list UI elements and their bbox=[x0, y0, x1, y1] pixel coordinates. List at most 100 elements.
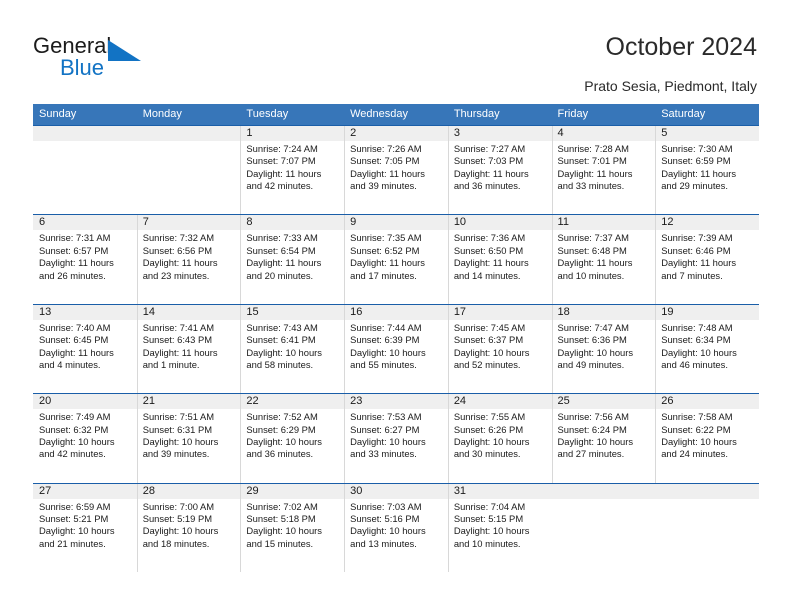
day-cell[interactable] bbox=[655, 484, 759, 572]
calendar-week-row: 20 Sunrise: 7:49 AM Sunset: 6:32 PM Dayl… bbox=[33, 393, 759, 483]
week-days: 20 Sunrise: 7:49 AM Sunset: 6:32 PM Dayl… bbox=[33, 394, 759, 483]
daylight-text-line2: and 26 minutes. bbox=[39, 269, 106, 281]
sunrise-text: Sunrise: 7:35 AM bbox=[350, 232, 422, 244]
day-details: Sunrise: 7:35 AM Sunset: 6:52 PM Dayligh… bbox=[350, 232, 448, 282]
day-cell[interactable]: 10 Sunrise: 7:36 AM Sunset: 6:50 PM Dayl… bbox=[447, 215, 552, 305]
daylight-text-line1: Daylight: 11 hours bbox=[453, 167, 529, 179]
day-details: Sunrise: 7:44 AM Sunset: 6:39 PM Dayligh… bbox=[350, 322, 448, 372]
day-cell[interactable]: 26 Sunrise: 7:58 AM Sunset: 6:22 PM Dayl… bbox=[655, 394, 759, 483]
sunrise-text: Sunrise: 7:56 AM bbox=[557, 411, 629, 423]
day-number: 24 bbox=[453, 395, 467, 408]
day-cell[interactable]: 31 Sunrise: 7:04 AM Sunset: 5:15 PM Dayl… bbox=[447, 483, 552, 573]
daylight-text-line2: and 58 minutes. bbox=[246, 359, 314, 370]
day-number bbox=[143, 126, 241, 141]
day-number: 30 bbox=[350, 484, 363, 497]
sunset-text: Sunset: 6:46 PM bbox=[661, 244, 731, 256]
daylight-text-line1: Daylight: 10 hours bbox=[142, 435, 219, 447]
sunrise-text: Sunrise: 7:28 AM bbox=[557, 143, 629, 154]
day-cell[interactable]: 8 Sunrise: 7:33 AM Sunset: 6:54 PM Dayli… bbox=[240, 215, 344, 305]
day-cell[interactable]: 28 Sunrise: 7:00 AM Sunset: 5:19 PM Dayl… bbox=[136, 483, 241, 573]
day-number: 25 bbox=[557, 395, 570, 408]
day-cell[interactable]: 11 Sunrise: 7:37 AM Sunset: 6:48 PM Dayl… bbox=[551, 215, 656, 305]
day-cell[interactable]: 16 Sunrise: 7:44 AM Sunset: 6:39 PM Dayl… bbox=[344, 304, 448, 394]
daylight-text-line2: and 36 minutes. bbox=[246, 448, 314, 460]
sunrise-text: Sunrise: 7:04 AM bbox=[453, 500, 526, 512]
week-days: 27 Sunrise: 6:59 AM Sunset: 5:21 PM Dayl… bbox=[33, 483, 759, 573]
sunrise-text: Sunrise: 7:47 AM bbox=[557, 321, 629, 333]
day-cell[interactable]: 23 Sunrise: 7:53 AM Sunset: 6:27 PM Dayl… bbox=[344, 394, 448, 483]
daylight-text-line1: Daylight: 10 hours bbox=[39, 435, 115, 447]
daylight-text-line2: and 33 minutes. bbox=[557, 180, 625, 192]
sunset-text: Sunset: 5:16 PM bbox=[350, 512, 420, 524]
day-cell[interactable]: 3 Sunrise: 7:27 AM Sunset: 7:03 PM Dayli… bbox=[447, 126, 552, 215]
day-cell[interactable]: 29 Sunrise: 7:02 AM Sunset: 5:18 PM Dayl… bbox=[240, 483, 344, 573]
day-cell[interactable]: 5 Sunrise: 7:30 AM Sunset: 6:59 PM Dayli… bbox=[655, 126, 759, 215]
day-cell[interactable]: 1 Sunrise: 7:24 AM Sunset: 7:07 PM Dayli… bbox=[240, 126, 344, 215]
day-cell[interactable]: 14 Sunrise: 7:41 AM Sunset: 6:43 PM Dayl… bbox=[136, 304, 241, 394]
day-number: 27 bbox=[39, 484, 52, 497]
day-cell[interactable] bbox=[552, 484, 656, 572]
day-cell[interactable]: 27 Sunrise: 6:59 AM Sunset: 5:21 PM Dayl… bbox=[33, 484, 137, 572]
day-number: 9 bbox=[350, 216, 357, 229]
brand-logo[interactable]: General Blue bbox=[33, 33, 183, 85]
daylight-text-line1: Daylight: 10 hours bbox=[350, 346, 426, 358]
sunrise-text: Sunrise: 7:48 AM bbox=[661, 321, 733, 333]
day-cell[interactable]: 30 Sunrise: 7:03 AM Sunset: 5:16 PM Dayl… bbox=[344, 483, 448, 573]
weekday-header-friday: Friday bbox=[557, 108, 589, 120]
day-cell[interactable]: 6 Sunrise: 7:31 AM Sunset: 6:57 PM Dayli… bbox=[33, 215, 137, 303]
daylight-text-line2: and 36 minutes. bbox=[453, 180, 521, 192]
daylight-text-line2: and 42 minutes. bbox=[39, 448, 106, 460]
daylight-text-line2: and 10 minutes. bbox=[453, 537, 521, 549]
sunrise-text: Sunrise: 7:39 AM bbox=[661, 232, 733, 244]
sunset-text: Sunset: 6:26 PM bbox=[453, 423, 524, 435]
daylight-text-line2: and 14 minutes. bbox=[453, 269, 521, 281]
day-cell[interactable]: 20 Sunrise: 7:49 AM Sunset: 6:32 PM Dayl… bbox=[33, 394, 137, 482]
day-cell[interactable]: 9 Sunrise: 7:35 AM Sunset: 6:52 PM Dayli… bbox=[344, 215, 448, 305]
day-details: Sunrise: 7:41 AM Sunset: 6:43 PM Dayligh… bbox=[143, 322, 241, 372]
day-details: Sunrise: 7:55 AM Sunset: 6:26 PM Dayligh… bbox=[454, 411, 552, 461]
daylight-text-line2: and 30 minutes. bbox=[453, 448, 521, 460]
sunset-text: Sunset: 5:15 PM bbox=[453, 512, 524, 524]
day-number: 26 bbox=[661, 395, 674, 408]
day-cell[interactable]: 19 Sunrise: 7:48 AM Sunset: 6:34 PM Dayl… bbox=[655, 304, 759, 394]
weekday-header-monday: Monday bbox=[142, 108, 182, 120]
day-cell[interactable]: 21 Sunrise: 7:51 AM Sunset: 6:31 PM Dayl… bbox=[136, 394, 241, 483]
daylight-text-line1: Daylight: 10 hours bbox=[39, 525, 115, 537]
daylight-text-line1: Daylight: 10 hours bbox=[453, 435, 530, 447]
sunset-text: Sunset: 6:29 PM bbox=[246, 423, 316, 435]
day-details: Sunrise: 7:31 AM Sunset: 6:57 PM Dayligh… bbox=[39, 232, 137, 282]
day-cell[interactable]: 15 Sunrise: 7:43 AM Sunset: 6:41 PM Dayl… bbox=[240, 304, 344, 394]
day-cell[interactable]: 22 Sunrise: 7:52 AM Sunset: 6:29 PM Dayl… bbox=[240, 394, 344, 483]
daylight-text-line2: and 42 minutes. bbox=[246, 180, 314, 192]
day-cell[interactable]: 25 Sunrise: 7:56 AM Sunset: 6:24 PM Dayl… bbox=[551, 394, 656, 483]
day-cell[interactable]: 24 Sunrise: 7:55 AM Sunset: 6:26 PM Dayl… bbox=[447, 394, 552, 483]
day-number: 31 bbox=[453, 484, 467, 497]
day-cell[interactable]: 17 Sunrise: 7:45 AM Sunset: 6:37 PM Dayl… bbox=[447, 304, 552, 394]
day-number: 8 bbox=[246, 216, 253, 229]
day-cell[interactable]: 12 Sunrise: 7:39 AM Sunset: 6:46 PM Dayl… bbox=[655, 215, 759, 305]
day-details: Sunrise: 7:27 AM Sunset: 7:03 PM Dayligh… bbox=[454, 143, 552, 193]
day-cell[interactable] bbox=[33, 126, 137, 214]
sunrise-text: Sunrise: 7:55 AM bbox=[453, 411, 526, 423]
sunset-text: Sunset: 6:32 PM bbox=[39, 423, 109, 435]
day-cell[interactable]: 2 Sunrise: 7:26 AM Sunset: 7:05 PM Dayli… bbox=[344, 126, 448, 215]
sunset-text: Sunset: 6:27 PM bbox=[350, 423, 420, 435]
day-cell[interactable] bbox=[137, 126, 241, 214]
daylight-text-line1: Daylight: 10 hours bbox=[246, 525, 322, 537]
day-cell[interactable]: 4 Sunrise: 7:28 AM Sunset: 7:01 PM Dayli… bbox=[551, 126, 656, 215]
sunset-text: Sunset: 6:54 PM bbox=[246, 244, 316, 256]
day-cell[interactable]: 7 Sunrise: 7:32 AM Sunset: 6:56 PM Dayli… bbox=[136, 215, 241, 305]
sunset-text: Sunset: 6:39 PM bbox=[350, 334, 420, 346]
daylight-text-line2: and 23 minutes. bbox=[142, 269, 210, 281]
day-cell[interactable]: 13 Sunrise: 7:40 AM Sunset: 6:45 PM Dayl… bbox=[33, 305, 137, 393]
day-details: Sunrise: 7:52 AM Sunset: 6:29 PM Dayligh… bbox=[246, 411, 344, 461]
sunrise-text: Sunrise: 7:40 AM bbox=[39, 321, 111, 333]
daylight-text-line1: Daylight: 10 hours bbox=[557, 346, 634, 358]
day-number: 6 bbox=[39, 216, 46, 229]
day-number: 16 bbox=[350, 305, 363, 318]
sunset-text: Sunset: 6:59 PM bbox=[661, 155, 731, 167]
brand-logo-blue-text: Blue bbox=[60, 55, 105, 80]
sunrise-text: Sunrise: 7:36 AM bbox=[453, 232, 526, 244]
day-cell[interactable]: 18 Sunrise: 7:47 AM Sunset: 6:36 PM Dayl… bbox=[551, 304, 656, 394]
weekday-header-thursday: Thursday bbox=[453, 108, 500, 120]
